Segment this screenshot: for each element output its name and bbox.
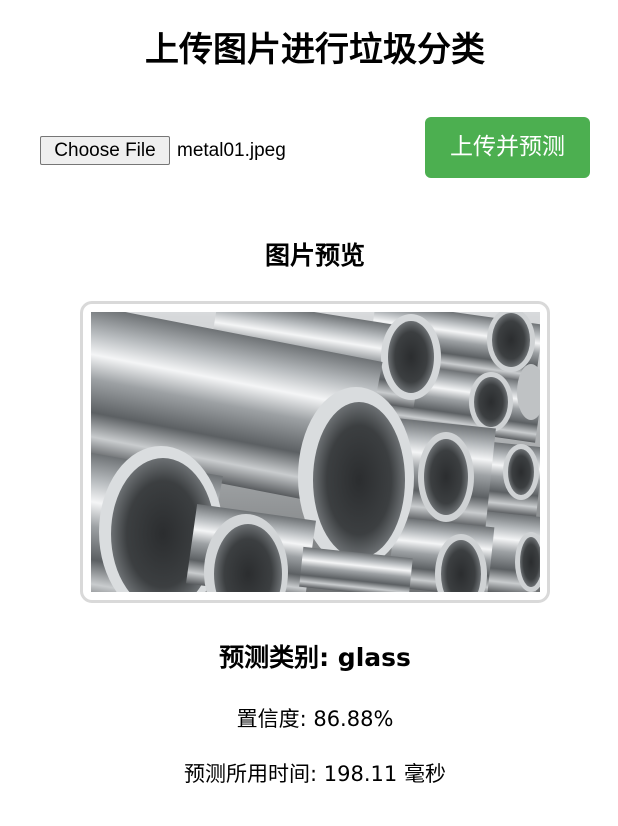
prediction-time-text: 预测所用时间: 198.11 毫秒	[184, 762, 446, 786]
preview-image	[91, 312, 540, 592]
confidence-text: 置信度: 86.88%	[236, 707, 394, 731]
page-title: 上传图片进行垃圾分类	[145, 30, 485, 70]
upload-predict-button[interactable]: 上传并预测	[425, 117, 590, 178]
upload-form: Choose File metal01.jpeg 上传并预测	[40, 117, 590, 178]
choose-file-button[interactable]: Choose File	[40, 136, 170, 165]
preview-title: 图片预览	[264, 241, 365, 270]
image-preview-frame	[80, 301, 550, 603]
selected-file-name: metal01.jpeg	[177, 140, 286, 161]
predicted-category: 预测类别: glass	[219, 643, 411, 672]
